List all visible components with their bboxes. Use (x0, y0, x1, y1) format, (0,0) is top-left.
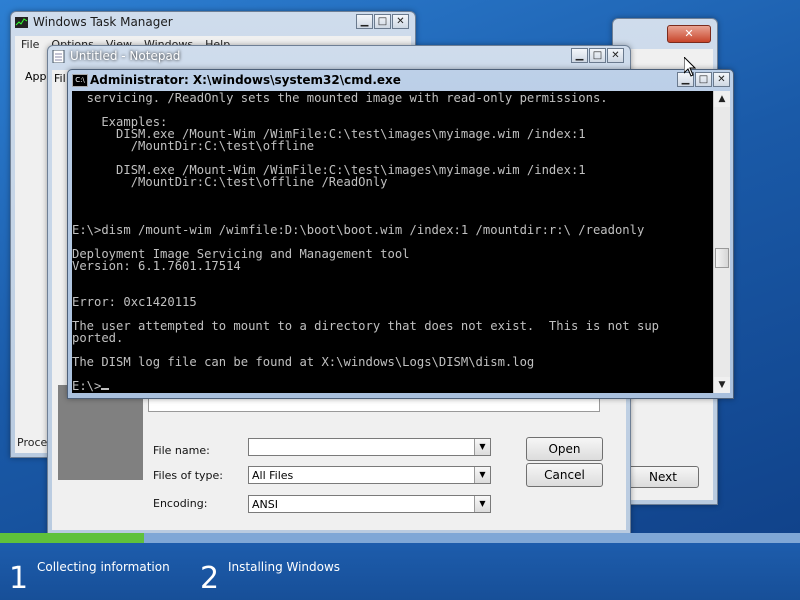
console-cursor (101, 388, 110, 390)
cancel-button[interactable]: Cancel (526, 463, 603, 487)
scroll-thumb[interactable] (715, 248, 729, 268)
task-manager-icon (15, 17, 28, 28)
scroll-down-icon[interactable]: ▼ (714, 377, 730, 393)
open-button[interactable]: Open (526, 437, 603, 461)
step-1-label: Collecting information (37, 560, 170, 574)
menu-file[interactable]: File (21, 36, 39, 54)
console-icon: C:\ (72, 74, 88, 87)
maximize-button[interactable]: □ (374, 14, 391, 29)
cmd-title: Administrator: X:\windows\system32\cmd.e… (90, 73, 401, 87)
files-of-type-select[interactable]: All Files ▼ (248, 466, 491, 484)
step-1-number: 1 (9, 561, 29, 596)
minimize-button[interactable]: ▁ (356, 14, 373, 29)
open-file-dialog: ◀ ▶ File name: ▼ Files of type: All File… (58, 385, 610, 530)
close-button[interactable]: ✕ (392, 14, 409, 29)
places-bar (58, 385, 143, 480)
console-output[interactable]: servicing. /ReadOnly sets the mounted im… (72, 91, 713, 393)
files-of-type-value: All Files (252, 469, 294, 482)
maximize-button[interactable]: □ (589, 48, 606, 63)
maximize-button[interactable]: □ (695, 72, 712, 87)
notepad-titlebar[interactable]: Untitled - Notepad ▁ □ ✕ (48, 46, 630, 68)
chevron-down-icon[interactable]: ▼ (474, 467, 490, 483)
chevron-down-icon[interactable]: ▼ (474, 496, 490, 512)
tab-applications[interactable]: App (25, 70, 47, 83)
notepad-menu-file[interactable]: Fil (54, 72, 66, 85)
minimize-button[interactable]: ▁ (571, 48, 588, 63)
scroll-up-icon[interactable]: ▲ (714, 91, 730, 107)
file-name-input[interactable]: ▼ (248, 438, 491, 456)
mouse-cursor-icon (684, 57, 696, 77)
close-button[interactable]: ✕ (713, 72, 730, 87)
close-button[interactable]: ✕ (607, 48, 624, 63)
task-manager-title: Windows Task Manager (33, 15, 173, 29)
setup-progress-fill (0, 533, 144, 543)
encoding-label: Encoding: (153, 497, 208, 510)
next-button[interactable]: Next (627, 466, 699, 488)
task-manager-titlebar[interactable]: Windows Task Manager ▁ □ ✕ (11, 12, 415, 34)
files-of-type-label: Files of type: (153, 469, 224, 482)
step-2-number: 2 (200, 561, 220, 596)
cmd-window: C:\ Administrator: X:\windows\system32\c… (67, 69, 734, 399)
setup-close-button[interactable]: ✕ (667, 25, 711, 43)
console-text: servicing. /ReadOnly sets the mounted im… (72, 91, 659, 393)
file-name-label: File name: (153, 444, 210, 457)
notepad-icon (52, 50, 65, 63)
setup-progress-bar (0, 533, 800, 543)
notepad-controls: ▁ □ ✕ (571, 48, 624, 63)
step-2-label: Installing Windows (228, 560, 341, 574)
console-scrollbar[interactable]: ▲ ▼ (713, 91, 730, 393)
cmd-titlebar[interactable]: C:\ Administrator: X:\windows\system32\c… (68, 70, 733, 92)
notepad-title: Untitled - Notepad (70, 49, 181, 63)
chevron-down-icon[interactable]: ▼ (474, 439, 490, 455)
encoding-value: ANSI (252, 498, 278, 511)
encoding-select[interactable]: ANSI ▼ (248, 495, 491, 513)
task-manager-controls: ▁ □ ✕ (356, 14, 409, 29)
